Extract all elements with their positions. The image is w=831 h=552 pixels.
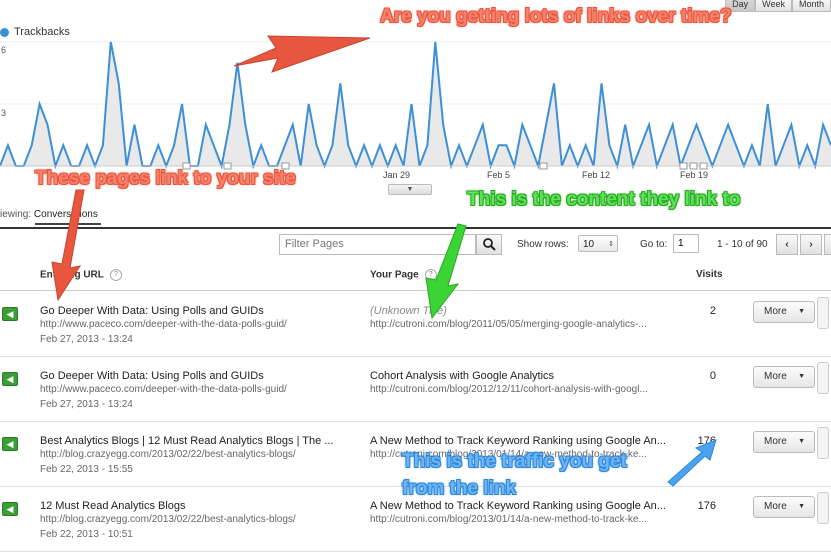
viewing-prefix: iewing: [0,209,32,220]
interval-toggle: Day Week Month [725,0,831,12]
prev-page-button[interactable]: ‹ [776,234,798,255]
your-page-url: http://cutroni.com/blog/2011/05/05/mergi… [370,319,647,330]
annotation-content-link: This is the content they link to [467,189,741,210]
filter-pages-field[interactable] [279,234,476,255]
entering-url-title[interactable]: Best Analytics Blogs | 12 Must Read Anal… [40,435,334,447]
more-button[interactable]: More ▼ [753,496,815,518]
annotation-marker [699,162,708,170]
next-page-button[interactable]: › [800,234,822,255]
caret-down-icon: ▼ [798,503,805,510]
caret-down-icon: ▼ [798,308,805,315]
col-header-label: Your Page [370,269,419,281]
visits-count: 176 [697,435,716,447]
more-label: More [764,306,787,317]
your-page-title[interactable]: Cohort Analysis with Google Analytics [370,370,554,382]
x-tick-label: Jan 29 [383,170,411,180]
visits-count: 2 [709,305,716,317]
week-button[interactable]: Week [755,0,792,12]
entering-url: http://www.paceco.com/deeper-with-the-da… [40,384,287,395]
annotation-traffic-line2: from the link [402,478,517,499]
entering-date: Feb 22, 2013 - 15:55 [40,464,133,475]
caret-down-icon: ▼ [798,373,805,380]
rows-per-page-select[interactable]: 10 ⇕ [578,235,618,252]
annotation-marker [679,162,688,170]
visits-count: 0 [709,370,716,382]
external-link-icon[interactable]: ◀ [2,307,18,321]
entering-url-title[interactable]: Go Deeper With Data: Using Polls and GUI… [40,305,264,317]
table-row[interactable]: ◀ Go Deeper With Data: Using Polls and GU… [0,291,831,357]
more-button[interactable]: More ▼ [753,301,815,323]
annotation-marker [689,162,698,170]
chevron-left-icon: ‹ [785,239,789,250]
more-label: More [764,436,787,447]
pagination-range: 1 - 10 of 90 [717,239,768,250]
entering-url: http://blog.crazyegg.com/2013/02/22/best… [40,514,296,525]
legend-swatch [0,28,9,37]
goto-label: Go to: [640,239,668,250]
x-tick-label: Feb 19 [680,170,709,180]
caret-down-icon: ▼ [798,438,805,445]
legend-label: Trackbacks [14,26,70,38]
tab-conversations[interactable]: Conversations [34,209,98,220]
x-tick-label: Feb 12 [582,170,611,180]
row-side-control[interactable] [817,362,829,394]
col-header-entering-url[interactable]: Entering URL? [40,269,122,281]
row-side-control[interactable] [817,492,829,524]
annotation-pages-link: These pages link to your site [35,168,296,189]
external-link-icon[interactable]: ◀ [2,502,18,516]
y-tick-label: 6 [1,45,7,55]
annotation-marker [539,162,548,170]
row-side-control[interactable] [817,297,829,329]
updown-icon: ⇕ [608,241,614,248]
your-page-url: http://cutroni.com/blog/2012/12/11/cohor… [370,384,648,395]
arrow-to-url [51,189,85,302]
entering-date: Feb 27, 2013 - 13:24 [40,334,133,345]
col-header-label: Entering URL [40,269,104,281]
rows-per-page-value: 10 [583,239,595,250]
your-page-url: http://cutroni.com/blog/2013/01/14/a-new… [370,514,647,525]
pager-overflow [824,234,831,255]
search-icon [483,238,496,251]
entering-date: Feb 27, 2013 - 13:24 [40,399,133,410]
more-button[interactable]: More ▼ [753,431,815,453]
col-header-your-page[interactable]: Your Page? [370,269,437,281]
y-tick-label: 3 [1,108,7,118]
annotation-traffic-line1: This is the traffic you get [402,451,627,472]
your-page-title[interactable]: A New Method to Track Keyword Ranking us… [370,435,666,447]
entering-url: http://blog.crazyegg.com/2013/02/22/best… [40,449,296,460]
entering-url: http://www.paceco.com/deeper-with-the-da… [40,319,287,330]
month-button[interactable]: Month [791,0,831,12]
goto-page-input[interactable] [673,234,699,253]
entering-url-title[interactable]: Go Deeper With Data: Using Polls and GUI… [40,370,264,382]
entering-date: Feb 22, 2013 - 10:51 [40,529,133,540]
external-link-icon[interactable]: ◀ [2,372,18,386]
your-page-title[interactable]: (Unknown Title) [370,305,447,317]
annotation-links-over-time: Are you getting lots of links over time? [380,6,732,27]
entering-url-title[interactable]: 12 Must Read Analytics Blogs [40,500,186,512]
more-button[interactable]: More ▼ [753,366,815,388]
chevron-right-icon: › [809,239,813,250]
col-header-visits[interactable]: Visits [696,269,723,280]
help-icon[interactable]: ? [424,269,437,281]
search-button[interactable] [476,234,502,255]
chart-range-handle[interactable]: ▼ [388,184,432,195]
more-label: More [764,371,787,382]
viewing-bar: iewing: Conversations [0,209,98,220]
external-link-icon[interactable]: ◀ [2,437,18,451]
more-label: More [764,501,787,512]
row-side-control[interactable] [817,427,829,459]
x-tick-label: Feb 5 [487,170,511,180]
active-tab-underline [35,223,101,225]
show-rows-label: Show rows: [517,239,569,250]
filter-pages-input[interactable] [280,235,475,252]
visits-count: 176 [697,500,716,512]
help-icon[interactable]: ? [109,269,122,281]
table-row[interactable]: ◀ Go Deeper With Data: Using Polls and GU… [0,356,831,422]
your-page-title[interactable]: A New Method to Track Keyword Ranking us… [370,500,666,512]
section-divider [0,227,831,229]
